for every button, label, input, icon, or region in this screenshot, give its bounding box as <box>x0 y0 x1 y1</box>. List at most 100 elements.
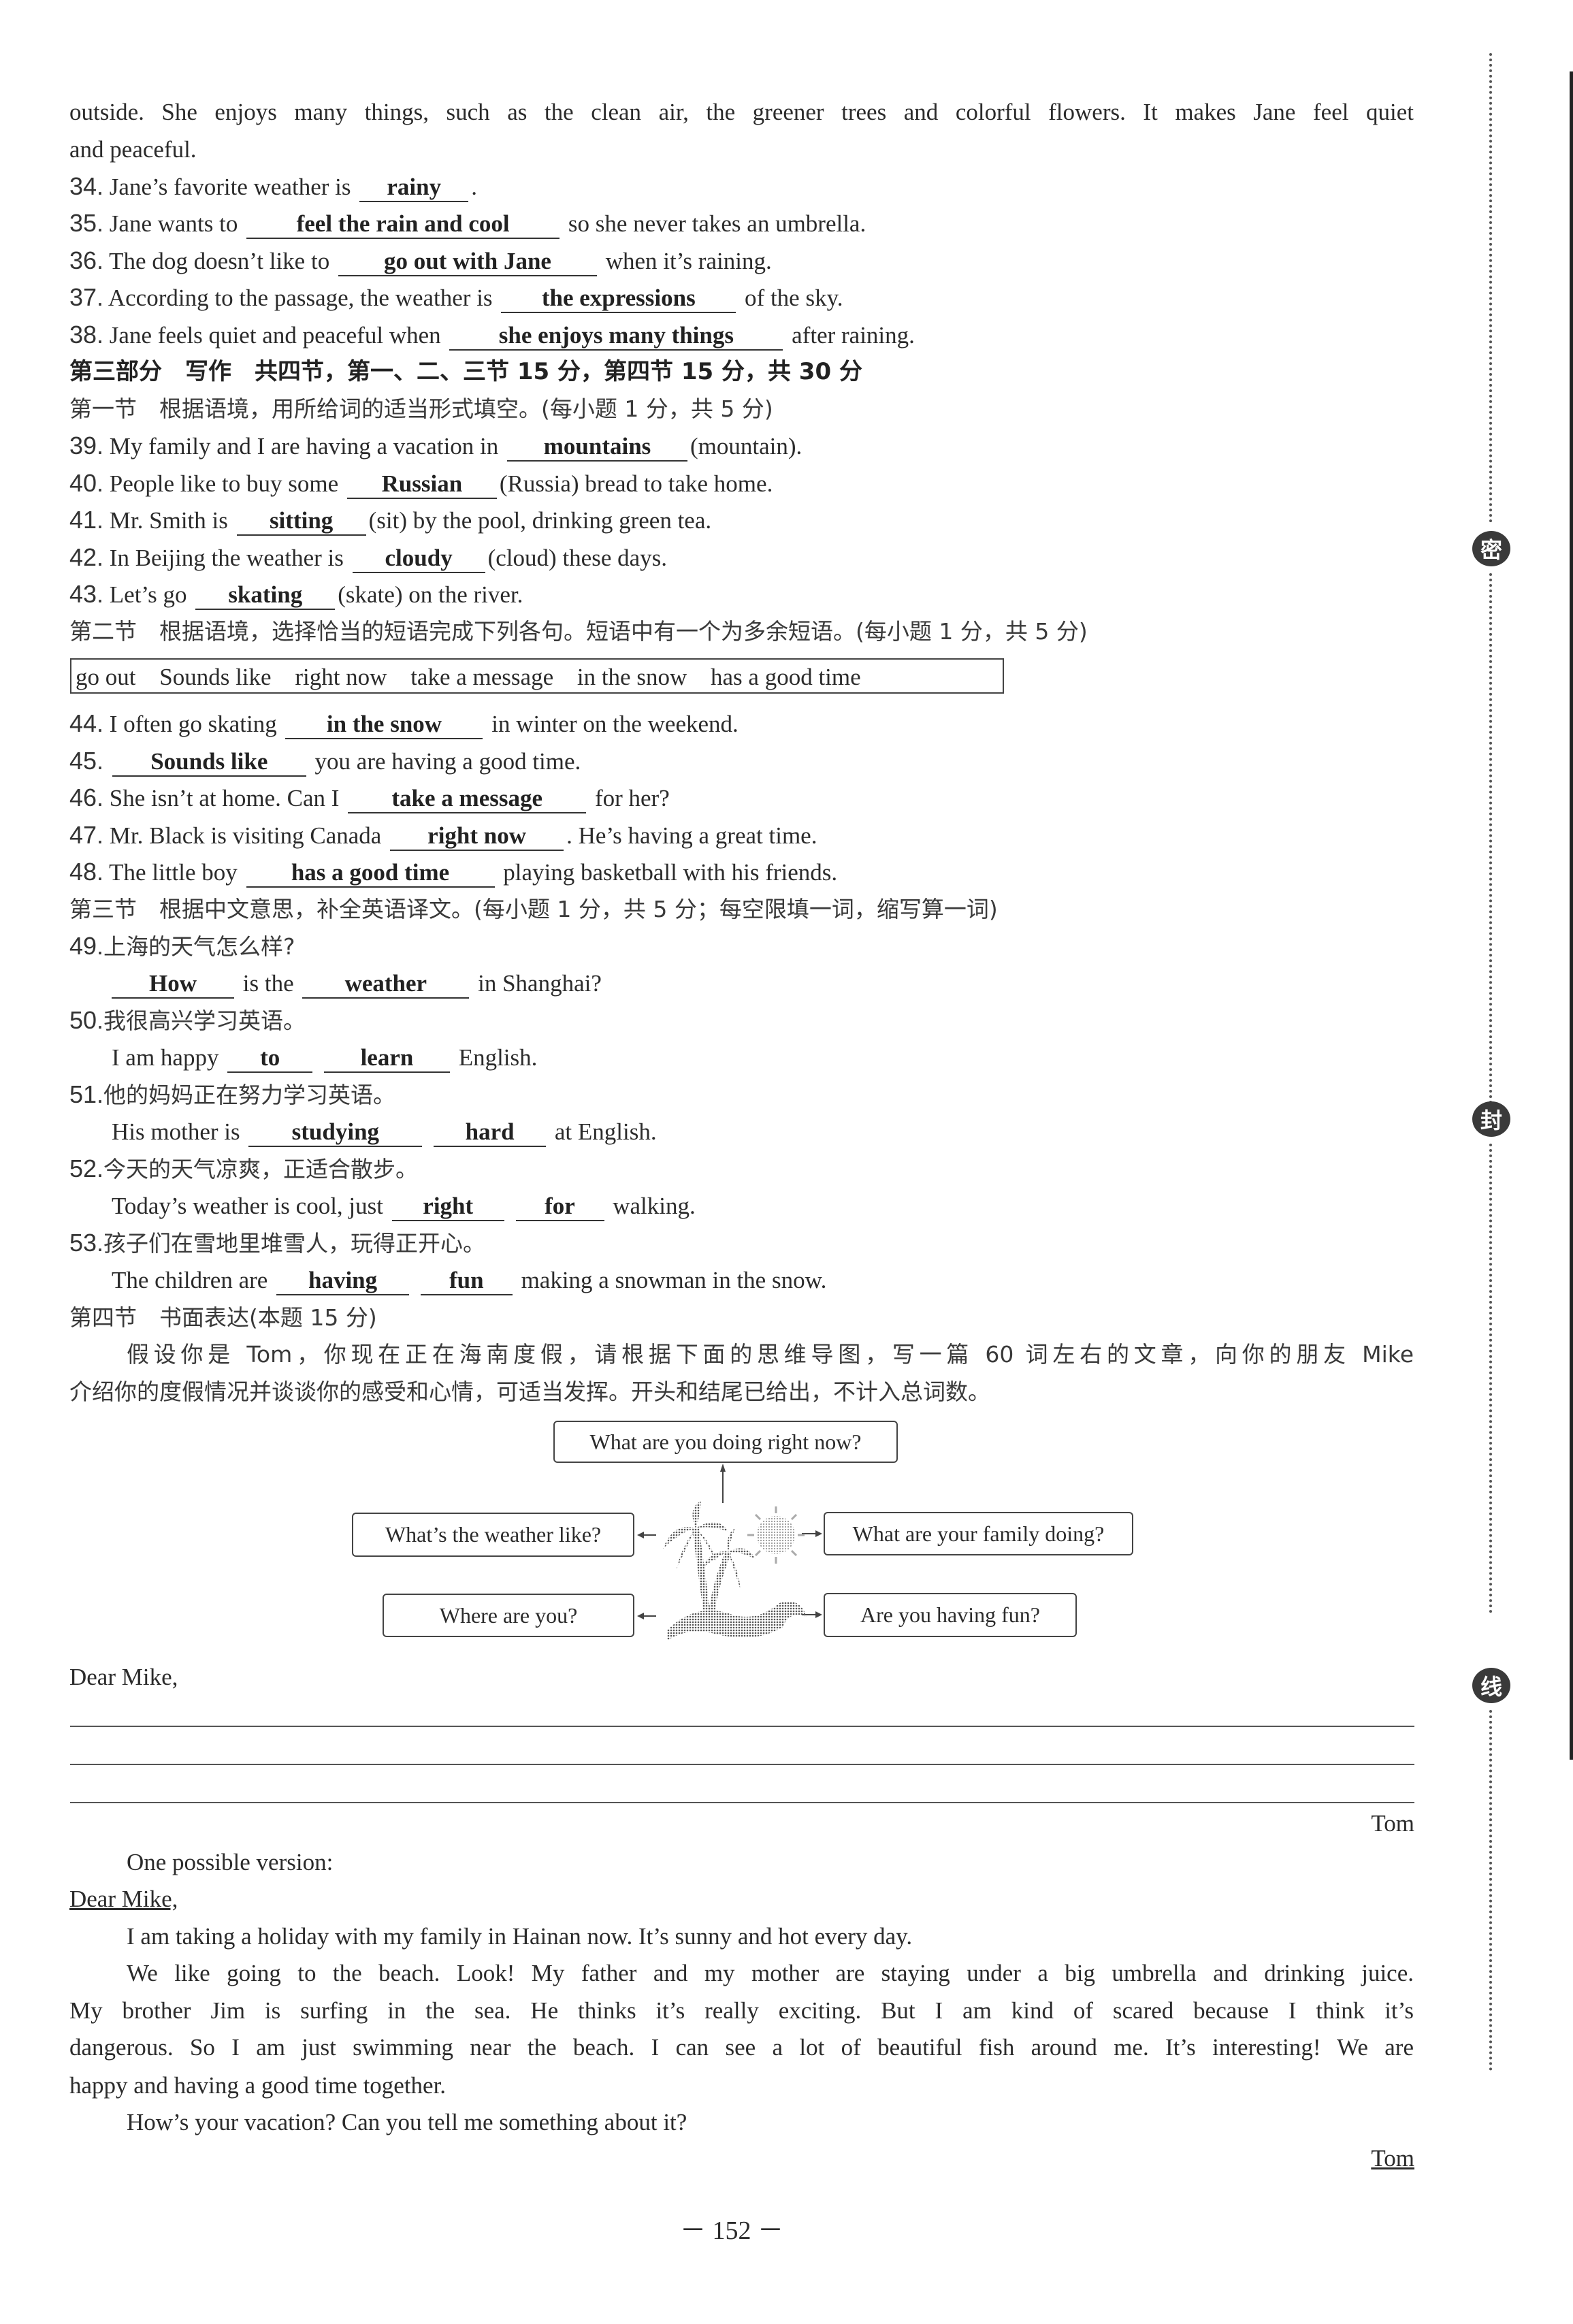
chinese-sentence: 今天的天气凉爽，正适合散步。 <box>103 1156 419 1182</box>
question-text: (cloud) these days. <box>487 545 668 571</box>
question-text: My family and I are having a vacation in <box>109 433 499 459</box>
question-50-english: I am happy to learn English. <box>69 1042 537 1074</box>
writing-prompt: 介绍你的度假情况并谈谈你的感受和心情，可适当发挥。开头和结尾已给出，不计入总词数… <box>69 1378 990 1405</box>
question-text: making a snowman in the snow. <box>521 1267 827 1293</box>
question-number: 38. <box>69 321 104 349</box>
sample-greeting: Dear Mike, <box>69 1886 178 1912</box>
sample-signature: Tom <box>1371 2145 1414 2172</box>
wave-icon <box>667 1601 807 1641</box>
answer-blank: skating <box>195 581 336 610</box>
answer-blank: studying <box>248 1118 423 1147</box>
passage-line: outside. She enjoys many things, such as… <box>69 99 1414 125</box>
question-48: 48. The little boy has a good time playi… <box>69 856 837 888</box>
answer-blank: for <box>515 1193 604 1221</box>
island-illustration <box>663 1501 807 1641</box>
palm-tree-icon <box>663 1501 756 1611</box>
seal-feng-icon: 封 <box>1472 1101 1510 1137</box>
question-text: His mother is <box>112 1118 240 1145</box>
question-text: . He’s having a great time. <box>566 822 817 849</box>
writing-prompt: 假设你是 Tom，你现在正在海南度假，请根据下面的思维导图，写一篇 60 词左右… <box>127 1341 1414 1368</box>
question-number: 34. <box>69 172 104 200</box>
question-text: in Shanghai? <box>478 970 602 997</box>
phrase-option: take a message <box>410 664 554 690</box>
question-text: English. <box>458 1044 538 1071</box>
mind-map-node-fun: Are you having fun? <box>824 1593 1077 1637</box>
question-44: 44. I often go skating in the snow in wi… <box>69 708 739 739</box>
chinese-sentence: 他的妈妈正在努力学习英语。 <box>103 1082 396 1108</box>
question-text: . <box>471 174 478 200</box>
question-number: 37. <box>69 283 104 311</box>
writing-line[interactable] <box>70 1726 1414 1727</box>
question-text: According to the passage, the weather is <box>108 285 493 311</box>
question-number: 44. <box>69 709 104 737</box>
question-text: Mr. Black is visiting Canada <box>109 822 382 849</box>
question-number: 48. <box>69 858 104 886</box>
writing-line[interactable] <box>70 1764 1414 1765</box>
answer-blank: fun <box>420 1267 513 1295</box>
binding-dotted-line <box>1489 1144 1495 1613</box>
question-39: 39. My family and I are having a vacatio… <box>69 430 802 462</box>
sample-paragraph: I am taking a holiday with my family in … <box>127 1923 913 1950</box>
seal-xian-icon: 线 <box>1472 1668 1510 1703</box>
question-41: 41. Mr. Smith is sitting (sit) by the poo… <box>69 504 711 536</box>
question-47: 47. Mr. Black is visiting Canada right n… <box>69 820 817 851</box>
part3-heading: 第三部分 写作 共四节，第一、二、三节 15 分，第四节 15 分，共 30 分 <box>69 358 862 385</box>
question-number: 52. <box>69 1155 104 1182</box>
letter-signature: Tom <box>1371 1810 1414 1837</box>
question-50-chinese: 50.我很高兴学习英语。 <box>69 1005 306 1036</box>
question-42: 42. In Beijing the weather is cloudy (clo… <box>69 542 667 573</box>
phrase-option: go out <box>76 664 136 690</box>
answer-blank: hard <box>434 1118 547 1147</box>
question-35: 35. Jane wants to feel the rain and cool… <box>69 208 866 239</box>
question-51-english: His mother is studying hard at English. <box>69 1116 657 1148</box>
binding-dotted-line <box>1489 1710 1495 2071</box>
question-text: of the sky. <box>745 285 843 311</box>
question-text: you are having a good time. <box>314 748 581 775</box>
question-34: 34. Jane’s favorite weather is rainy. <box>69 171 477 202</box>
question-text: in winter on the weekend. <box>491 711 739 737</box>
page-number: － 152 － <box>679 2216 783 2245</box>
question-text: when it’s raining. <box>605 248 772 274</box>
letter-greeting: Dear Mike, <box>69 1664 178 1690</box>
question-text: People like to buy some <box>109 470 339 497</box>
question-text: (Russia) bread to take home. <box>499 470 773 497</box>
question-number: 47. <box>69 821 104 849</box>
answer-blank: learn <box>323 1044 450 1073</box>
question-51-chinese: 51.他的妈妈正在努力学习英语。 <box>69 1079 395 1110</box>
answer-blank: weather <box>302 970 470 999</box>
question-52-english: Today’s weather is cool, just right for … <box>69 1191 696 1222</box>
question-36: 36. The dog doesn’t like to go out with … <box>69 245 772 276</box>
answer-blank: mountains <box>507 433 688 462</box>
question-38: 38. Jane feels quiet and peaceful when s… <box>69 319 915 351</box>
section2-heading: 第二节 根据语境，选择恰当的短语完成下列各句。短语中有一个为多余短语。(每小题 … <box>69 618 1088 645</box>
section4-heading: 第四节 书面表达(本题 15 分) <box>69 1304 377 1331</box>
question-text: Jane wants to <box>109 210 238 237</box>
question-number: 39. <box>69 432 104 459</box>
binding-dotted-line <box>1489 573 1495 1104</box>
phrase-option: in the snow <box>577 664 687 690</box>
sample-label: One possible version: <box>127 1849 334 1875</box>
question-number: 40. <box>69 469 104 497</box>
answer-blank: right <box>391 1193 504 1221</box>
sun-icon <box>747 1506 805 1564</box>
question-text: I am happy <box>112 1044 219 1071</box>
question-46: 46. She isn’t at home. Can I take a mess… <box>69 782 670 813</box>
phrase-option: Sounds like <box>159 664 272 690</box>
phrase-option: right now <box>295 664 387 690</box>
writing-line[interactable] <box>70 1802 1414 1803</box>
answer-blank: rainy <box>359 174 469 202</box>
answer-blank: How <box>112 970 234 999</box>
phrase-bank: go out Sounds like right now take a mess… <box>70 658 1004 694</box>
question-text: The dog doesn’t like to <box>109 248 330 274</box>
question-text: Today’s weather is cool, just <box>112 1193 383 1219</box>
question-text: at English. <box>554 1118 657 1145</box>
question-53-chinese: 53.孩子们在雪地里堆雪人，玩得正开心。 <box>69 1227 485 1259</box>
sample-paragraph: dangerous. So I am just swimming near th… <box>69 2034 1414 2061</box>
question-text: Jane’s favorite weather is <box>109 174 351 200</box>
question-number: 51. <box>69 1080 104 1108</box>
answer-blank: the expressions <box>501 285 736 313</box>
answer-blank: Russian <box>346 470 497 499</box>
sample-paragraph: We like going to the beach. Look! My fat… <box>127 1960 1414 1986</box>
binding-dotted-line <box>1489 53 1495 523</box>
question-text: (sit) by the pool, drinking green tea. <box>368 507 712 534</box>
